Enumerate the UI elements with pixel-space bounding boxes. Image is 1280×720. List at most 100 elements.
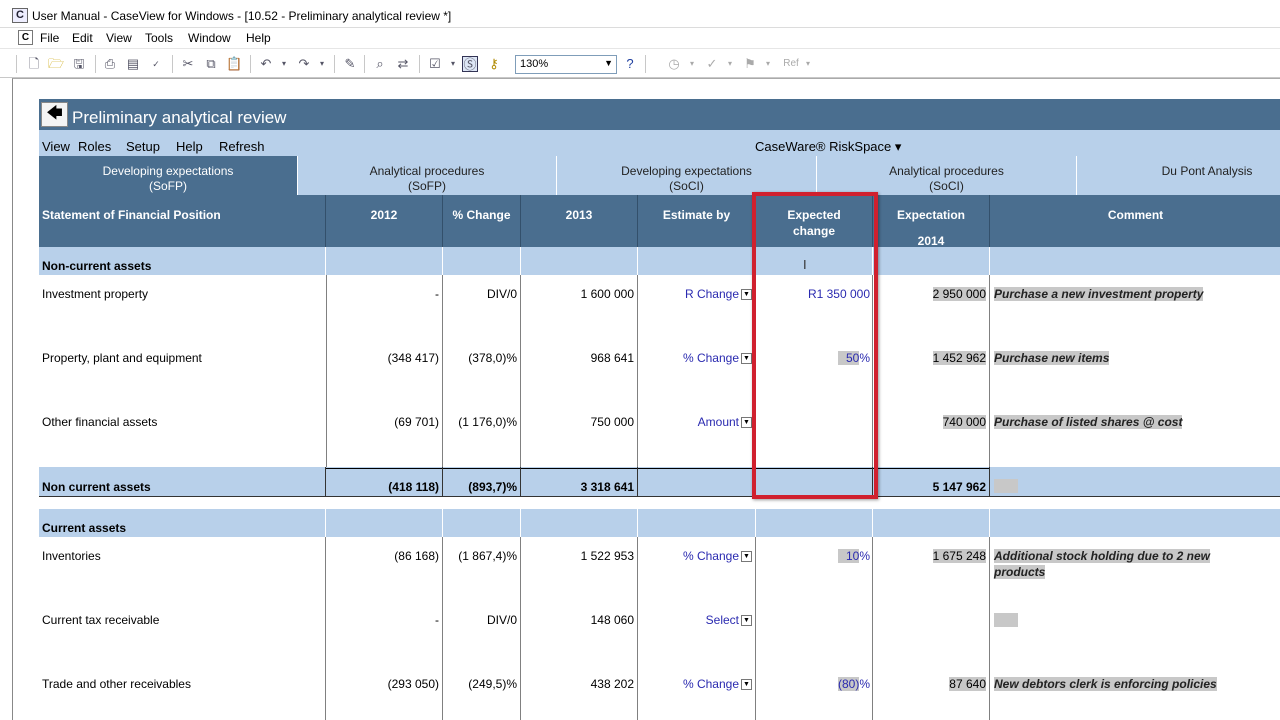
tickmark-dropdown-icon[interactable]: ▾	[722, 56, 738, 72]
value-2013: 1 600 000	[580, 287, 634, 301]
expectation-text: 2 950 000	[932, 287, 986, 301]
comment-input[interactable]: Purchase a new investment property	[994, 287, 1204, 301]
cut-icon[interactable]: ✂	[180, 56, 196, 72]
comment-input[interactable]: Additional stock holding due to 2 new	[994, 549, 1210, 563]
spellcheck-icon[interactable]: ✓	[148, 56, 164, 72]
nav-setup[interactable]: Setup	[126, 139, 160, 154]
redo-icon[interactable]: ↷	[296, 56, 312, 72]
find-icon[interactable]: ⌕	[372, 56, 388, 72]
riskspace-dropdown[interactable]: CaseWare® RiskSpace ▾	[755, 139, 901, 155]
table-row: Inventories (86 168) (1 867,4)% 1 522 95…	[39, 537, 1280, 601]
nav-refresh[interactable]: Refresh	[219, 139, 265, 154]
table-header: Statement of Financial Position 2012 % C…	[39, 195, 1280, 248]
estimate-select[interactable]: % Change ▼	[638, 351, 752, 365]
tab-sublabel: (SoFP)	[148, 179, 187, 193]
tab-label: Developing expectations	[102, 164, 234, 178]
comment-input[interactable]: Purchase new items	[994, 351, 1110, 365]
chevron-down-icon[interactable]: ▼	[741, 417, 752, 429]
zoom-select[interactable]: 130% ▼	[515, 55, 617, 74]
estimate-select[interactable]: Amount ▼	[638, 415, 752, 429]
table-cell	[326, 247, 443, 275]
estimate-select[interactable]: Select ▼	[638, 613, 752, 627]
nav-help[interactable]: Help	[176, 139, 203, 154]
help-icon[interactable]: ?	[622, 56, 638, 72]
table-row: Trade and other receivables (293 050) (2…	[39, 665, 1280, 720]
menu-help[interactable]: Help	[246, 31, 271, 45]
clock-dropdown-icon[interactable]: ▾	[684, 56, 700, 72]
tab-analytical-procedures-soci[interactable]: Analytical procedures (SoCI)	[817, 156, 1077, 195]
toolbar: 🗋 🗁 🖫 ⎙ ▤ ✓ ✂ ⧉ 📋 ↶ ▾ ↷ ▾ ✎ ⌕ ⇄ ☑ ▾ Ⓢ ⚷ …	[0, 48, 1280, 78]
menu-view[interactable]: View	[106, 31, 132, 45]
checklist-dropdown-icon[interactable]: ▾	[445, 56, 461, 72]
copy-icon[interactable]: ⧉	[203, 56, 219, 72]
value-2012: (69 701)	[394, 415, 439, 429]
document-nav: View Roles Setup Help Refresh CaseWare® …	[39, 130, 1280, 156]
comment-input[interactable]	[994, 613, 1018, 627]
document-icon[interactable]: C	[18, 30, 33, 45]
new-document-icon[interactable]: 🗋	[26, 56, 42, 72]
menu-edit[interactable]: Edit	[72, 31, 93, 45]
chevron-down-icon[interactable]: ▼	[741, 615, 752, 627]
tab-developing-expectations-sofp[interactable]: Developing expectations (SoFP)	[39, 156, 298, 195]
riskspace-icon[interactable]: Ⓢ	[462, 56, 478, 72]
tab-du-pont-analysis[interactable]: Du Pont Analysis	[1077, 156, 1280, 195]
table-cell	[443, 509, 521, 537]
chevron-down-icon[interactable]: ▼	[741, 679, 752, 691]
key-icon[interactable]: ⚷	[486, 56, 502, 72]
comment-input-line2[interactable]: products	[994, 565, 1046, 579]
table-row: Other financial assets (69 701) (1 176,0…	[39, 403, 1280, 467]
clock-icon[interactable]: ◷	[666, 56, 682, 72]
nav-view[interactable]: View	[42, 139, 70, 154]
page-banner: 🡄 Preliminary analytical review	[39, 99, 1280, 130]
estimate-value: % Change	[682, 549, 739, 563]
open-folder-icon[interactable]: 🗁	[48, 56, 64, 72]
window-title: User Manual - CaseView for Windows - [10…	[32, 9, 452, 23]
reference-icon[interactable]: Ref	[780, 56, 802, 72]
table-cell	[521, 247, 638, 275]
menu-file[interactable]: File	[40, 31, 59, 45]
redo-dropdown-icon[interactable]: ▾	[314, 56, 330, 72]
total-row: Non current assets (418 118) (893,7)% 3 …	[39, 467, 1280, 497]
comment-text: Additional stock holding due to 2 new	[994, 549, 1210, 563]
comment-input[interactable]	[994, 479, 1018, 493]
tab-developing-expectations-soci[interactable]: Developing expectations (SoCI)	[557, 156, 817, 195]
pen-icon[interactable]: ✎	[342, 56, 358, 72]
comment-input[interactable]: New debtors clerk is enforcing policies	[994, 677, 1217, 691]
estimate-select[interactable]: % Change ▼	[638, 549, 752, 563]
chevron-down-icon[interactable]: ▼	[741, 551, 752, 563]
tab-label: Du Pont Analysis	[1161, 164, 1253, 178]
expected-change-input[interactable]: (80)%	[756, 677, 870, 691]
expectation-value: 1 675 248	[873, 549, 986, 563]
nav-roles[interactable]: Roles	[78, 139, 111, 154]
undo-dropdown-icon[interactable]: ▾	[276, 56, 292, 72]
tab-sublabel: (SoFP)	[407, 179, 446, 193]
back-button[interactable]: 🡄	[41, 102, 68, 127]
reference-dropdown-icon[interactable]: ▾	[800, 56, 816, 72]
menu-window[interactable]: Window	[188, 31, 231, 45]
comment-input[interactable]: Purchase of listed shares @ cost	[994, 415, 1183, 429]
estimate-select[interactable]: % Change ▼	[638, 677, 752, 691]
print-preview-icon[interactable]: ▤	[125, 56, 141, 72]
percent-sign: %	[859, 677, 870, 691]
app-icon[interactable]: C	[12, 8, 28, 23]
annotate-icon[interactable]: ⚑	[742, 56, 758, 72]
chevron-down-icon[interactable]: ▼	[741, 353, 752, 365]
comment-text: New debtors clerk is enforcing policies	[994, 677, 1217, 691]
menu-tools[interactable]: Tools	[145, 31, 173, 45]
tickmark-icon[interactable]: ✓	[704, 56, 720, 72]
value-2013: 1 522 953	[580, 549, 634, 563]
checklist-icon[interactable]: ☑	[427, 56, 443, 72]
paste-icon[interactable]: 📋	[226, 56, 242, 72]
total-pct-change: (893,7)%	[468, 480, 517, 494]
save-icon[interactable]: 🖫	[71, 56, 87, 72]
expected-change-input[interactable]: 10%	[756, 549, 870, 563]
replace-icon[interactable]: ⇄	[395, 56, 411, 72]
table-cell	[873, 247, 990, 275]
print-icon[interactable]: ⎙	[102, 56, 118, 72]
chevron-down-icon[interactable]: ▼	[741, 289, 752, 301]
estimate-select[interactable]: R Change ▼	[638, 287, 752, 301]
annotate-dropdown-icon[interactable]: ▾	[760, 56, 776, 72]
undo-icon[interactable]: ↶	[258, 56, 274, 72]
value-2012: (348 417)	[387, 351, 439, 365]
tab-analytical-procedures-sofp[interactable]: Analytical procedures (SoFP)	[298, 156, 557, 195]
